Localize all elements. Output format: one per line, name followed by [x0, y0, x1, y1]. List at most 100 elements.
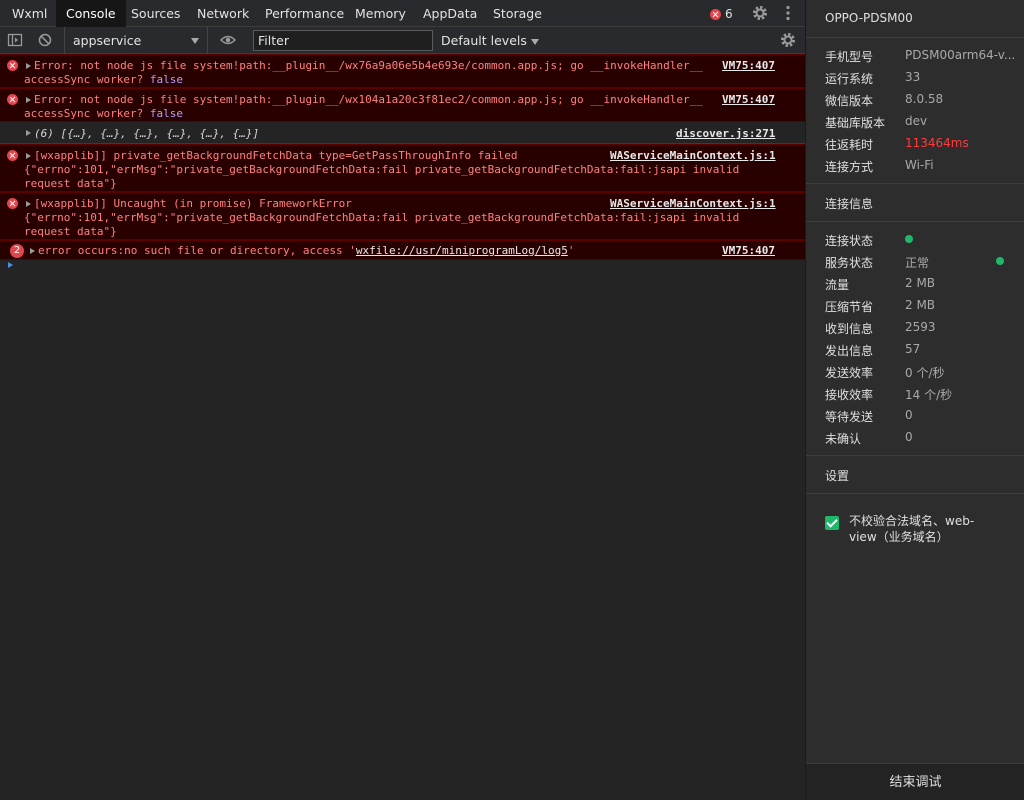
source-link[interactable]: WAServiceMainContext.js:1: [610, 149, 776, 163]
source-link[interactable]: discover.js:271: [676, 127, 775, 141]
message-text-line: error occurs:no such file or directory, …: [38, 244, 574, 258]
message-text: {"errno":101,"errMsg":"private_getBackgr…: [24, 211, 740, 224]
settings-title: 设置: [825, 469, 850, 483]
info-value: 8.0.58: [905, 92, 944, 106]
repeat-count-badge: 2: [10, 244, 24, 258]
conn-value: 2 MB: [905, 276, 936, 290]
console-settings-gear-icon[interactable]: [779, 31, 797, 49]
context-value: appservice: [73, 33, 142, 48]
source-link[interactable]: VM75:407: [722, 93, 775, 107]
connection-info-title: 连接信息: [825, 197, 874, 211]
message-text-line: accessSync worker? false: [24, 73, 183, 87]
latency-value: 113464ms: [905, 136, 969, 150]
settings-gear-icon[interactable]: [751, 4, 769, 22]
tab-appdata[interactable]: AppData: [413, 0, 487, 27]
error-icon: [7, 150, 18, 161]
conn-label: 等待发送: [825, 410, 874, 424]
expand-triangle-icon[interactable]: [26, 63, 31, 69]
console-log-message[interactable]: (6) [{…}, {…}, {…}, {…}, {…}, {…}] disco…: [0, 122, 805, 144]
conn-value: 0 个/秒: [905, 366, 945, 380]
source-link[interactable]: VM75:407: [722, 59, 775, 73]
divider: [806, 37, 1024, 38]
message-text: Error: not node js file system!path:__pl…: [34, 93, 703, 106]
conn-value: 正常: [905, 256, 930, 270]
message-text: ': [567, 244, 575, 257]
tab-memory[interactable]: Memory: [345, 0, 416, 27]
log-levels-label: Default levels: [441, 33, 527, 48]
expand-triangle-icon[interactable]: [26, 153, 31, 159]
device-name: OPPO-PDSM00: [825, 11, 913, 25]
conn-value: 0: [905, 408, 913, 422]
conn-label: 未确认: [825, 432, 862, 446]
conn-label: 发出信息: [825, 344, 874, 358]
expand-triangle-icon[interactable]: [26, 201, 31, 207]
info-label: 往返耗时: [825, 138, 874, 152]
skip-domain-check-checkbox[interactable]: [825, 516, 839, 530]
live-expression-eye-icon[interactable]: [219, 31, 237, 49]
tab-network[interactable]: Network: [187, 0, 259, 27]
message-text: request data"}: [24, 225, 117, 238]
message-text: [wxapplib]] private_getBackgroundFetchDa…: [34, 149, 518, 162]
info-label: 连接方式: [825, 160, 874, 174]
message-text: error occurs:no such file or directory, …: [38, 244, 356, 257]
context-select[interactable]: appservice: [64, 27, 208, 54]
tab-console[interactable]: Console: [56, 0, 126, 27]
info-value: PDSM00arm64-v...: [905, 48, 1016, 62]
info-value: Wi-Fi: [905, 158, 934, 172]
sidebar-toggle-icon[interactable]: [6, 31, 24, 49]
console-toolbar: appservice Default levels: [0, 27, 805, 54]
conn-label: 压缩节省: [825, 300, 874, 314]
conn-value: 2 MB: [905, 298, 936, 312]
devtools-pane: Wxml Console Sources Network Performance…: [0, 0, 805, 800]
error-count-badge[interactable]: 6: [710, 7, 733, 21]
console-error-message[interactable]: [wxapplib]] Uncaught (in promise) Framew…: [0, 192, 805, 240]
divider: [806, 221, 1024, 222]
end-debug-button[interactable]: 结束调试: [806, 763, 1024, 800]
console-error-message[interactable]: [wxapplib]] private_getBackgroundFetchDa…: [0, 144, 805, 192]
divider: [806, 455, 1024, 456]
source-link[interactable]: WAServiceMainContext.js:1: [610, 197, 776, 211]
chevron-down-icon: [530, 38, 539, 45]
chevron-down-icon: [191, 38, 199, 44]
service-status-dot: [996, 257, 1004, 265]
expand-triangle-icon[interactable]: [26, 130, 31, 136]
console-prompt-icon[interactable]: [8, 262, 13, 268]
keyword-false: false: [149, 73, 183, 86]
skip-domain-check-label[interactable]: 不校验合法域名、web-view（业务域名）: [849, 513, 999, 545]
conn-value: 14 个/秒: [905, 388, 953, 402]
console-error-message[interactable]: 2 error occurs:no such file or directory…: [0, 240, 805, 260]
tab-wxml[interactable]: Wxml: [2, 0, 57, 27]
file-path-link[interactable]: wxfile://usr/miniprogramLog/log5: [356, 244, 568, 257]
message-text-line: accessSync worker? false: [24, 107, 183, 121]
error-count: 6: [725, 7, 733, 21]
message-text: accessSync worker?: [24, 73, 150, 86]
keyword-false: false: [149, 107, 183, 120]
info-label: 基础库版本: [825, 116, 886, 130]
message-text: {"errno":101,"errMsg":"private_getBackgr…: [24, 163, 740, 176]
error-icon: [7, 198, 18, 209]
more-vertical-icon[interactable]: [779, 4, 797, 22]
tab-sources[interactable]: Sources: [121, 0, 190, 27]
console-error-message[interactable]: Error: not node js file system!path:__pl…: [0, 88, 805, 122]
expand-triangle-icon[interactable]: [26, 97, 31, 103]
conn-label: 流量: [825, 278, 850, 292]
console-error-message[interactable]: Error: not node js file system!path:__pl…: [0, 54, 805, 88]
conn-value: 2593: [905, 320, 936, 334]
filter-input[interactable]: [253, 30, 433, 51]
conn-label: 连接状态: [825, 234, 874, 248]
divider: [806, 183, 1024, 184]
error-icon: [7, 94, 18, 105]
info-label: 手机型号: [825, 50, 874, 64]
tab-performance[interactable]: Performance: [255, 0, 354, 27]
message-text: accessSync worker?: [24, 107, 150, 120]
conn-label: 收到信息: [825, 322, 874, 336]
source-link[interactable]: VM75:407: [722, 244, 775, 258]
message-text: [wxapplib]] Uncaught (in promise) Framew…: [34, 197, 352, 210]
tab-storage[interactable]: Storage: [483, 0, 552, 27]
info-label: 运行系统: [825, 72, 874, 86]
clear-console-icon[interactable]: [36, 31, 54, 49]
conn-label: 服务状态: [825, 256, 874, 270]
devtools-tabbar: Wxml Console Sources Network Performance…: [0, 0, 805, 27]
expand-triangle-icon[interactable]: [30, 248, 35, 254]
log-levels-dropdown[interactable]: Default levels: [441, 27, 539, 54]
